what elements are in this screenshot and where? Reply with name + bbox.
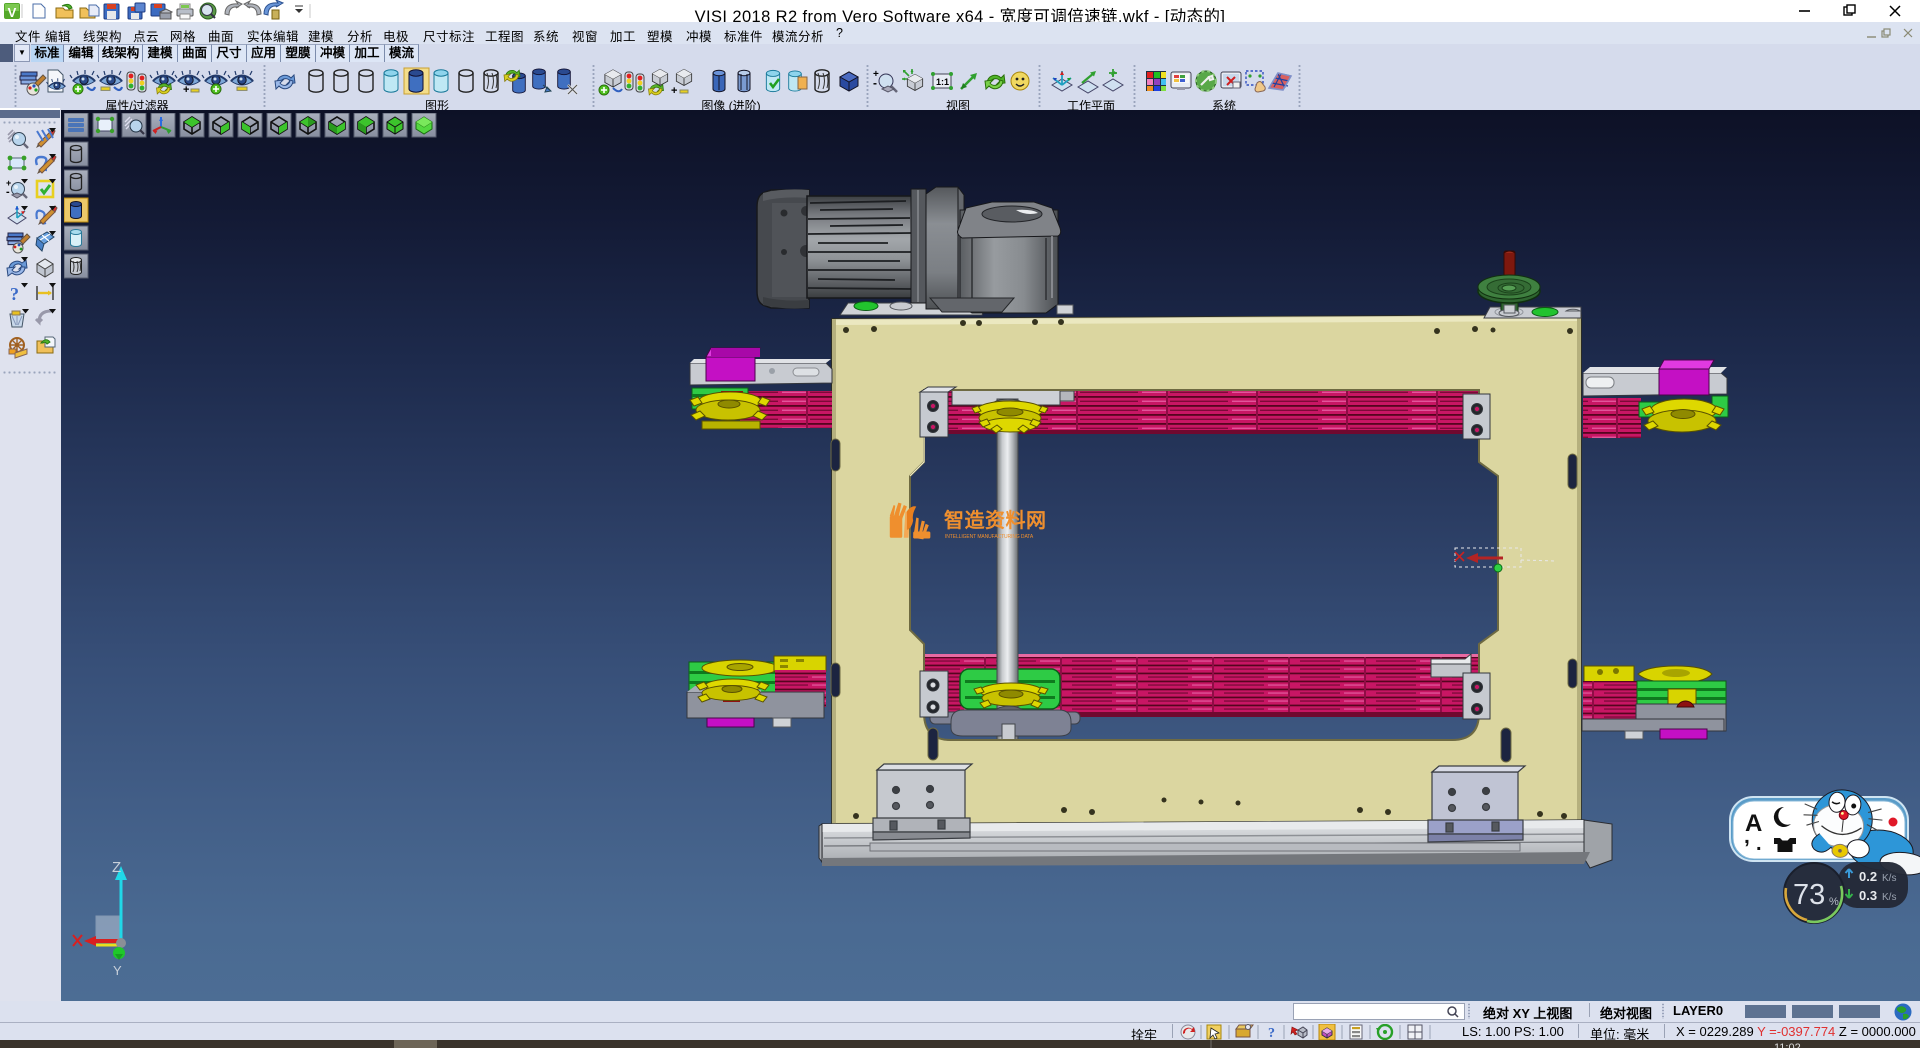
svg-text:1:1: 1:1 bbox=[936, 77, 949, 87]
svg-text:0.2: 0.2 bbox=[1859, 869, 1877, 884]
svg-text:-: - bbox=[873, 76, 877, 90]
svg-text:73: 73 bbox=[1793, 879, 1825, 911]
svg-text:?: ? bbox=[1268, 1026, 1275, 1040]
svg-text:+: + bbox=[671, 85, 677, 96]
svg-text:+: + bbox=[183, 84, 189, 96]
svg-text:0.3: 0.3 bbox=[1859, 888, 1877, 903]
svg-text:K/s: K/s bbox=[1882, 892, 1896, 903]
svg-text:INTELLIGENT MANUFACTURING DATA: INTELLIGENT MANUFACTURING DATA bbox=[945, 534, 1034, 540]
svg-text:,: , bbox=[1744, 825, 1750, 848]
svg-text:Y: Y bbox=[113, 963, 122, 978]
svg-text:?: ? bbox=[10, 284, 19, 304]
svg-text:Z: Z bbox=[112, 859, 121, 876]
svg-text:K/s: K/s bbox=[1882, 873, 1896, 884]
svg-text:智造资料网: 智造资料网 bbox=[944, 508, 1047, 532]
svg-text:%: % bbox=[1829, 896, 1839, 908]
svg-text:-: - bbox=[6, 186, 10, 198]
svg-text:.: . bbox=[1756, 833, 1762, 855]
